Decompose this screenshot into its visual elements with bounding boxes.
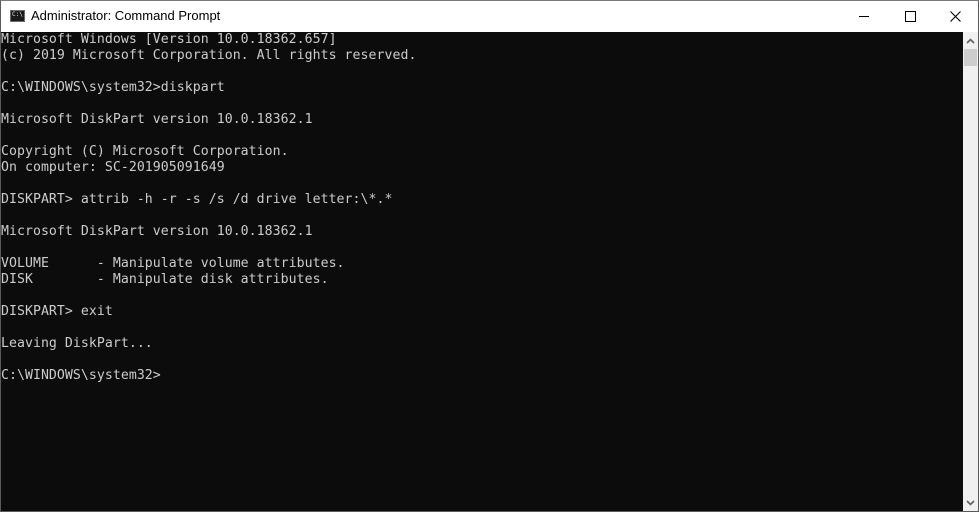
title-bar[interactable]: C:\ Administrator: Command Prompt [1,1,978,32]
cmd-icon: C:\ [10,10,25,22]
scroll-down-button[interactable] [963,494,978,511]
console-line: C:\WINDOWS\system32> [1,368,161,383]
console-line: Microsoft DiskPart version 10.0.18362.1 [1,224,313,239]
console-line: Microsoft Windows [Version 10.0.18362.65… [1,32,337,47]
scroll-thumb[interactable] [964,49,977,66]
chevron-down-icon [966,499,975,506]
console-line: Microsoft DiskPart version 10.0.18362.1 [1,112,313,127]
window-title: Administrator: Command Prompt [31,8,221,23]
console-line: (c) 2019 Microsoft Corporation. All righ… [1,48,417,63]
console-line: DISKPART> exit [1,304,113,319]
close-icon [949,11,961,22]
close-button[interactable] [932,1,978,32]
console-line: VOLUME - Manipulate volume attributes. [1,256,345,271]
console-line: DISK - Manipulate disk attributes. [1,272,329,287]
console-output[interactable]: Microsoft Windows [Version 10.0.18362.65… [1,32,963,511]
chevron-up-icon [966,37,975,44]
command-prompt-window: C:\ Administrator: Command Prompt Micros… [0,0,979,512]
minimize-icon [859,16,869,17]
console-line: C:\WINDOWS\system32>diskpart [1,80,225,95]
vertical-scrollbar[interactable] [963,32,978,511]
cmd-icon-text: C:\ [12,11,23,18]
console-line: Leaving DiskPart... [1,336,153,351]
console-line: Copyright (C) Microsoft Corporation. [1,144,289,159]
maximize-button[interactable] [887,1,933,32]
minimize-button[interactable] [841,1,887,32]
scroll-up-button[interactable] [963,32,978,49]
console-line: DISKPART> attrib -h -r -s /s /d drive le… [1,192,393,207]
maximize-icon [904,11,916,22]
console-line: On computer: SC-201905091649 [1,160,225,175]
